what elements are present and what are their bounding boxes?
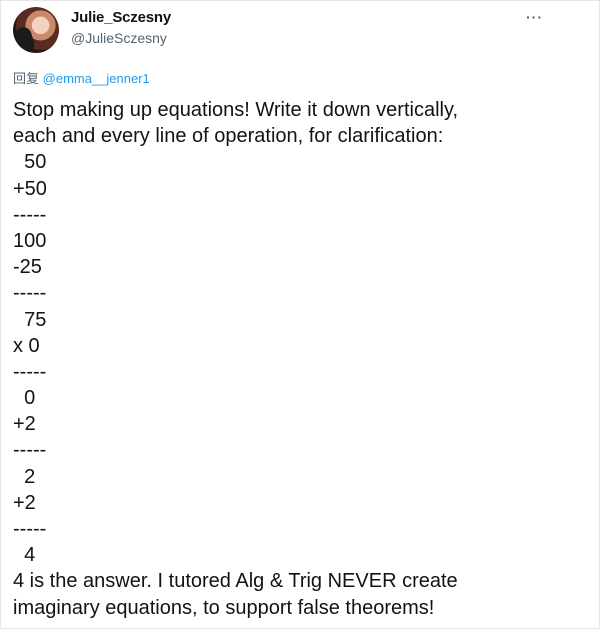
avatar[interactable] <box>13 7 59 53</box>
tweet-line: ----- <box>13 203 47 226</box>
tweet-line: 100 <box>13 229 47 252</box>
tweet-line: ----- <box>13 360 47 383</box>
tweet-line: 75 <box>13 308 47 331</box>
tweet-line: each and every line of operation, for cl… <box>13 125 444 148</box>
tweet-line: 2 <box>13 465 36 488</box>
tweet-body: Stop making up equations! Write it down … <box>13 97 573 621</box>
tweet-line: +50 <box>13 177 47 200</box>
tweet-line: ----- <box>13 282 47 305</box>
tweet-line: 50 <box>13 151 47 174</box>
reply-prefix: 回复 <box>13 71 40 86</box>
tweet-line: 4 <box>13 544 36 567</box>
tweet-line: +2 <box>13 413 36 436</box>
tweet-line: 4 is the answer. I tutored Alg & Trig NE… <box>13 570 458 593</box>
tweet-line: -25 <box>13 256 42 279</box>
tweet-line: x 0 <box>13 334 40 357</box>
reply-mention-link[interactable]: @emma__jenner1 <box>43 71 150 86</box>
tweet-card: Julie_Sczesny @JulieSczesny ··· 回复 @emma… <box>0 0 600 629</box>
tweet-line: ----- <box>13 439 47 462</box>
reply-context: 回复 @emma__jenner1 <box>13 68 150 87</box>
display-name[interactable]: Julie_Sczesny <box>71 9 171 26</box>
tweet-line: ----- <box>13 518 47 540</box>
tweet-line: Stop making up equations! Write it down … <box>13 99 459 121</box>
tweet-line: imaginary equations, to support false th… <box>13 596 435 619</box>
tweet-line: 0 <box>13 387 36 410</box>
user-handle[interactable]: @JulieSczesny <box>71 30 167 46</box>
tweet-line: +2 <box>13 491 36 514</box>
more-options-icon[interactable]: ··· <box>526 9 543 25</box>
